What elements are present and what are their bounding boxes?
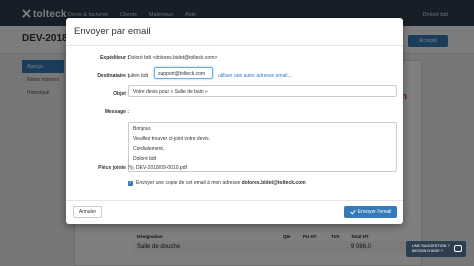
chat-icon (454, 245, 462, 252)
other-address-link[interactable]: utiliser une autre adresse email... (218, 73, 292, 79)
copy-email: dolores.bidet@tolteck.com (241, 180, 306, 186)
attachment-filename[interactable]: DEV-2018/09-0010.pdf (136, 165, 187, 171)
message-line: Bonjour, (133, 126, 152, 132)
attachment-row: Pièce jointe : 📎︎ DEV-2018/09-0010.pdf (66, 165, 403, 171)
sender-label: Expéditeur : (100, 55, 129, 61)
send-email-label: Envoyer l'email (357, 209, 392, 215)
recipient-label: Destinataire : (97, 73, 129, 79)
paperclip-icon: 📎︎ (128, 165, 135, 171)
sender-row: Expéditeur : Doloré bdt <dolores.bidet@t… (66, 55, 403, 61)
message-line: Doloré bdt (133, 156, 157, 162)
recipient-name: julien bdt (128, 73, 149, 79)
send-email-modal: Envoyer par email Expéditeur : Doloré bd… (66, 18, 403, 224)
message-row: Message : (66, 109, 403, 115)
send-email-button[interactable]: Envoyer l'email (344, 206, 397, 218)
modal-header: Envoyer par email (66, 18, 403, 46)
attachment-label: Pièce jointe : (98, 165, 129, 171)
message-label: Message : (104, 109, 129, 115)
copy-text: Envoyer une copie de cet email à mon adr… (136, 180, 241, 186)
message-line: Cordialement, (133, 146, 165, 152)
subject-input[interactable]: Votre devis pour « Salle de bain » (128, 85, 397, 97)
copy-checkbox[interactable]: ✓ (128, 180, 133, 186)
subject-label: Objet : (113, 91, 129, 97)
recipient-email-select[interactable]: support@tolteck.com (154, 67, 213, 79)
subject-row: Objet : Votre devis pour « Salle de bain… (66, 85, 403, 97)
check-icon (349, 209, 356, 215)
recipient-row: Destinataire : julien bdt support@toltec… (66, 67, 403, 79)
cancel-button[interactable]: Annuler (73, 206, 102, 218)
modal-title: Envoyer par email (74, 26, 151, 37)
chat-widget[interactable]: UNE SUGGESTION ? BESOIN D'AIDE ? (406, 241, 466, 257)
message-line: Veuillez trouver ci-joint votre devis. (133, 136, 210, 142)
modal-footer: Annuler Envoyer l'email (66, 200, 403, 224)
sender-value: Doloré bdt <dolores.bidet@tolteck.com> (128, 55, 218, 61)
copy-label: Envoyer une copie de cet email à mon adr… (136, 180, 306, 186)
